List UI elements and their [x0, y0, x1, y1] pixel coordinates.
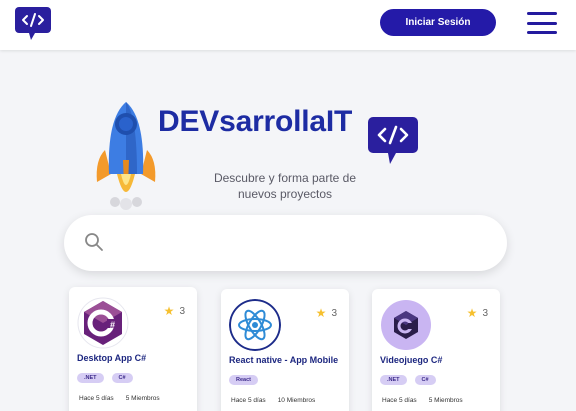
code-chat-logo-icon[interactable] [15, 7, 51, 41]
project-title[interactable]: Desktop App C# [77, 353, 146, 363]
brand-title-part2: sarrollaIT [219, 105, 353, 138]
project-time: Hace 5 días [231, 397, 266, 404]
tagline-line2: nuevos proyectos [237, 187, 333, 201]
tagline: Descubre y forma parte de nuevos proyect… [200, 170, 370, 202]
star-icon: ★ [315, 306, 327, 320]
project-members: 10 Miembros [277, 397, 316, 404]
tag[interactable]: React [229, 375, 258, 385]
rating-value: 3 [331, 307, 337, 319]
tag[interactable]: C# [414, 375, 436, 385]
login-button[interactable]: Iniciar Sesión [380, 9, 496, 36]
tag[interactable]: .NET [77, 373, 104, 383]
csharp-icon: # [77, 297, 129, 349]
brand-title: DEVsarrollaIT [158, 104, 352, 140]
tag-list: .NET C# [380, 375, 436, 385]
project-members: 5 Miembros [125, 395, 160, 402]
project-members: 5 Miembros [428, 397, 463, 404]
svg-text:#: # [110, 320, 115, 330]
tagline-line1: Descubre y forma parte de [213, 171, 357, 185]
menu-icon[interactable] [527, 12, 557, 34]
tag-list: .NET C# [77, 373, 133, 383]
project-time: Hace 5 días [382, 397, 417, 404]
search-icon [85, 233, 103, 251]
rating-value: 3 [482, 307, 488, 319]
unity-icon [381, 300, 431, 350]
react-icon [229, 299, 281, 351]
rating: ★ 3 [164, 305, 185, 317]
star-icon: ★ [466, 306, 478, 320]
project-meta: Hace 5 días 5 Miembros [79, 395, 160, 402]
search-input[interactable] [116, 229, 486, 257]
project-card-videojuego[interactable]: ★ 3 Videojuego C# .NET C# Hace 5 días 5 … [372, 289, 500, 411]
project-title[interactable]: React native - App Mobile [229, 355, 338, 365]
rating: ★ 3 [467, 307, 488, 319]
project-meta: Hace 5 días 10 Miembros [231, 397, 315, 404]
tag[interactable]: C# [111, 373, 133, 383]
rating: ★ 3 [316, 307, 337, 319]
code-chat-logo-large-icon [368, 117, 418, 164]
project-card-desktop-app[interactable]: # ★ 3 Desktop App C# .NET C# Hace 5 días… [69, 287, 197, 411]
tag-list: React [229, 375, 258, 385]
top-navbar: Iniciar Sesión [0, 0, 576, 50]
brand-title-part1: DEV [158, 105, 220, 138]
search-bar[interactable] [64, 215, 507, 271]
rating-value: 3 [179, 305, 185, 317]
rocket-illustration [96, 102, 156, 210]
project-title[interactable]: Videojuego C# [380, 355, 442, 365]
star-icon: ★ [163, 304, 175, 318]
project-time: Hace 5 días [79, 395, 114, 402]
tag[interactable]: .NET [380, 375, 407, 385]
project-meta: Hace 5 días 5 Miembros [382, 397, 463, 404]
project-card-react-native[interactable]: ★ 3 React native - App Mobile React Hace… [221, 289, 349, 411]
